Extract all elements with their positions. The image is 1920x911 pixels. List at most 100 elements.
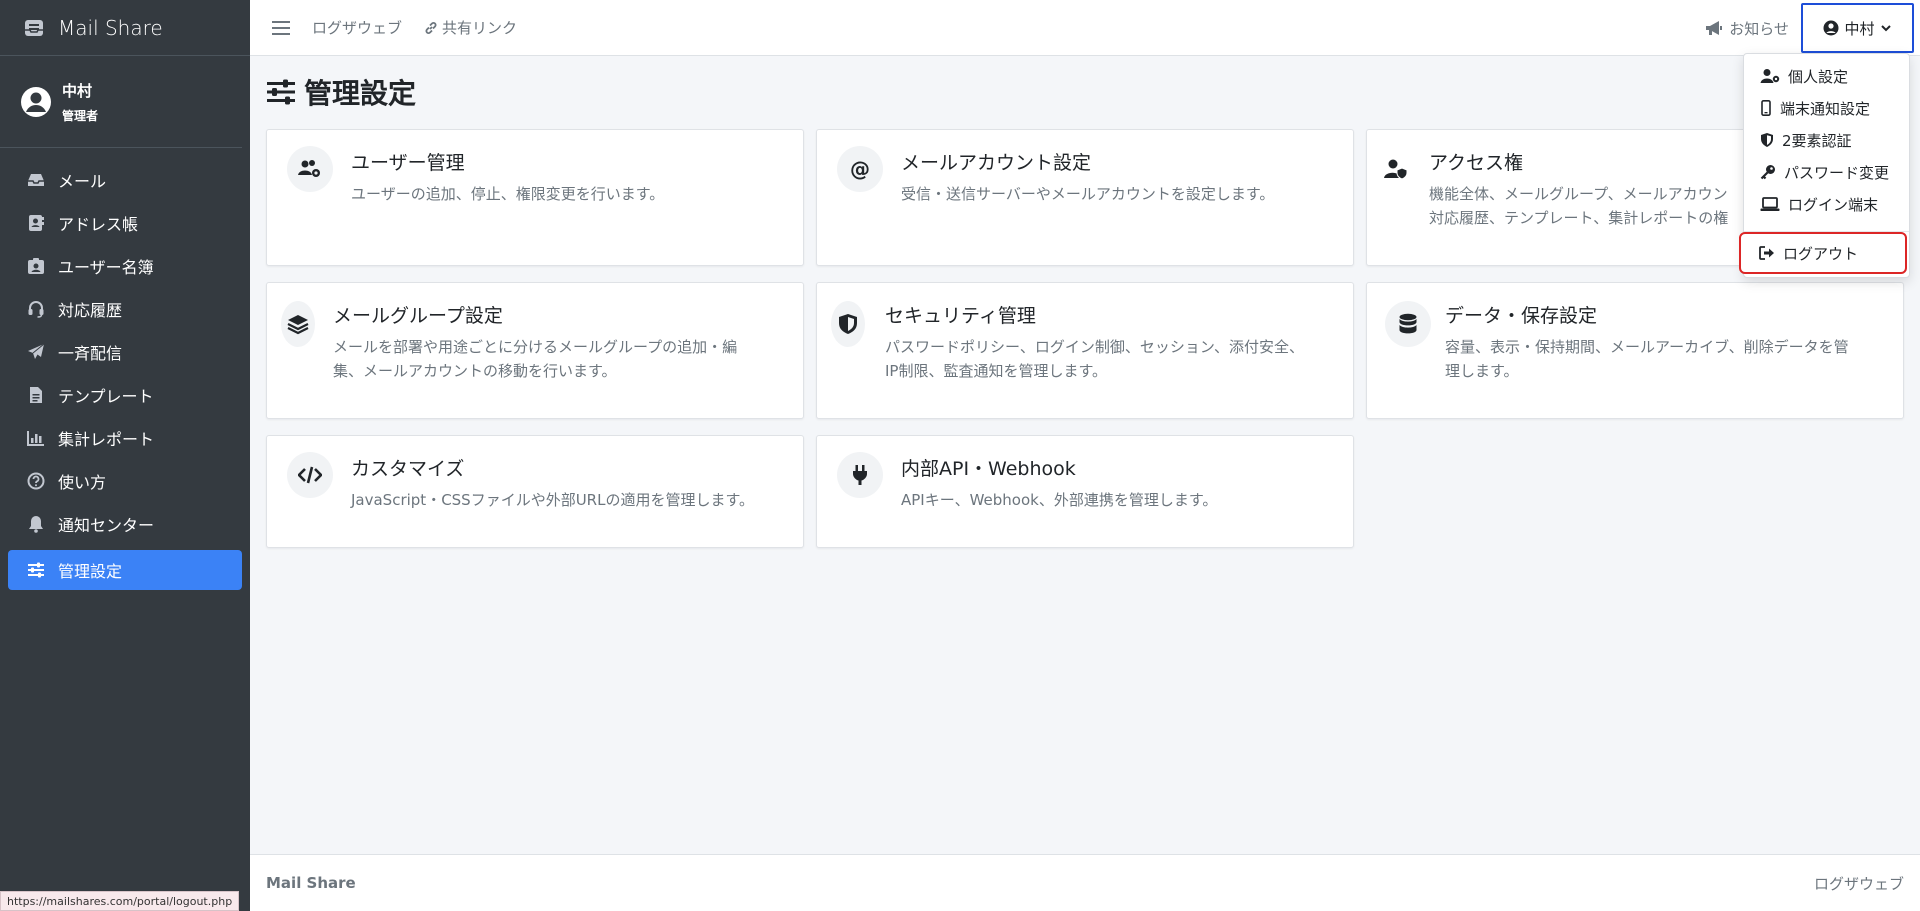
top-link-label: ログザウェブ [312,19,403,37]
card-title: データ・保存設定 [1445,305,1598,327]
megaphone-icon [1706,21,1723,35]
footer: Mail Share ログザウェブ [250,854,1920,911]
top-link-label: 共有リンク [442,19,518,37]
card-data-storage-settings[interactable]: データ・保存設定 容量、表示・保持期間、メールアーカイブ、削除データを管 理しま… [1366,282,1904,419]
card-description: メールを部署や用途ごとに分けるメールグループの追加・編 集、メールアカウントの移… [333,338,738,380]
menu-item-device-notifications[interactable]: 端末通知設定 [1744,94,1909,122]
card-description: APIキー、Webhook、外部連携を管理します。 [901,491,1218,509]
sidebar-item-label: 通知センター [58,516,155,535]
page-title-text: 管理設定 [304,77,417,110]
card-internal-api-webhook[interactable]: 内部API・Webhook APIキー、Webhook、外部連携を管理します。 [816,435,1354,548]
file-icon [26,385,46,405]
sidebar-item-label: 管理設定 [58,562,123,581]
menu-item-label: 2要素認証 [1782,131,1852,150]
topbar: ログザウェブ 共有リンク お知らせ 中村 [250,0,1920,56]
card-description: ユーザーの追加、停止、権限変更を行います。 [351,185,665,203]
notice-label: お知らせ [1729,19,1789,38]
menu-item-login-devices[interactable]: ログイン端末 [1744,190,1909,218]
brand-name: Mail Share [58,15,163,40]
shield-icon [831,301,865,347]
user-name: 中村 [62,81,93,100]
page-title: 管理設定 [266,72,416,112]
user-dropdown-menu: 個人設定 端末通知設定 2要素認証 パスワード変更 ログイン端末 ログアウト [1739,53,1910,278]
notice-link[interactable]: お知らせ [1705,18,1789,39]
card-title: カスタマイズ [351,458,465,480]
link-icon [425,21,437,34]
card-title: 内部API・Webhook [901,458,1076,480]
sliders-icon [26,560,46,580]
card-mail-group-settings[interactable]: メールグループ設定 メールを部署や用途ごとに分けるメールグループの追加・編 集、… [266,282,804,419]
main-content: 管理設定 ユーザー管理 ユーザーの追加、停止、権限変更を行います。 @ メールア… [250,56,1920,854]
card-description: 受信・送信サーバーやメールアカウントを設定します。 [901,185,1275,203]
menu-toggle-icon[interactable] [272,20,290,35]
user-panel: 中村 管理者 [0,56,242,148]
card-description: パスワードポリシー、ログイン制御、セッション、添付安全、 IP制限、監査通知を管… [885,338,1304,380]
user-menu-button[interactable]: 中村 [1801,3,1914,53]
sidebar-item-label: 対応履歴 [58,301,123,320]
card-title: セキュリティ管理 [885,305,1036,327]
sidebar-item-history[interactable]: 対応履歴 [8,289,242,329]
menu-item-label: ログアウト [1783,244,1859,263]
card-user-management[interactable]: ユーザー管理 ユーザーの追加、停止、権限変更を行います。 [266,129,804,266]
bell-icon [26,514,46,534]
sidebar-item-reports[interactable]: 集計レポート [8,418,242,458]
menu-item-label: ログイン端末 [1788,195,1879,214]
brand[interactable]: Mail Share [0,0,250,56]
top-link-shared-links[interactable]: 共有リンク [424,17,517,38]
sidebar-item-label: メール [58,172,107,191]
sidebar-item-label: 一斉配信 [58,344,123,363]
sidebar-item-templates[interactable]: テンプレート [8,375,242,415]
menu-item-personal-settings[interactable]: 個人設定 [1744,62,1909,90]
card-title: ユーザー管理 [351,152,465,174]
paper-plane-icon [26,342,46,362]
laptop-icon [1760,197,1780,211]
user-role: 管理者 [62,108,99,123]
user-shield-icon [1373,146,1419,192]
card-title: メールグループ設定 [333,305,503,327]
menu-item-logout[interactable]: ログアウト [1739,232,1907,274]
key-icon [1760,165,1775,180]
user-circle-icon [1823,20,1839,36]
sidebar-item-label: アドレス帳 [58,215,139,234]
sidebar-item-notifications[interactable]: 通知センター [8,504,242,544]
user-menu-label: 中村 [1844,19,1875,38]
card-title: アクセス権 [1429,152,1524,174]
sidebar-item-broadcast[interactable]: 一斉配信 [8,332,242,372]
sliders-icon [267,79,295,105]
menu-item-label: 個人設定 [1788,67,1849,86]
mail-box-icon [25,19,43,36]
sidebar-item-admin-settings[interactable]: 管理設定 [8,550,242,590]
menu-item-label: パスワード変更 [1784,163,1890,182]
database-icon [1385,301,1431,347]
at-sign-icon: @ [837,146,883,192]
layers-icon [281,301,315,347]
sidebar: Mail Share 中村 管理者 メール アドレス帳 ユーザー名簿 対応履歴 … [0,0,250,911]
top-link-logtheweb[interactable]: ログザウェブ [312,17,402,38]
menu-item-change-password[interactable]: パスワード変更 [1744,158,1909,186]
shield-half-icon [1761,133,1773,147]
footer-link[interactable]: ログザウェブ [1814,873,1904,894]
footer-brand: Mail Share [266,874,356,892]
chevron-down-icon [1880,25,1891,32]
card-customize[interactable]: カスタマイズ JavaScript・CSSファイルや外部URLの適用を管理します… [266,435,804,548]
sidebar-item-label: ユーザー名簿 [58,258,154,277]
address-book-icon [26,213,46,233]
card-mail-account-settings[interactable]: @ メールアカウント設定 受信・送信サーバーやメールアカウントを設定します。 [816,129,1354,266]
sidebar-item-help[interactable]: 使い方 [8,461,242,501]
mobile-icon [1761,100,1771,116]
status-bar-url: https://mailshares.com/portal/logout.php [0,891,240,911]
question-circle-icon [26,471,46,491]
sidebar-item-address-book[interactable]: アドレス帳 [8,203,242,243]
sign-out-icon [1759,246,1774,260]
card-title: メールアカウント設定 [901,152,1092,174]
card-description: JavaScript・CSSファイルや外部URLの適用を管理します。 [351,491,754,509]
sidebar-item-user-roster[interactable]: ユーザー名簿 [8,246,242,286]
bar-chart-icon [26,428,46,448]
id-badge-icon [26,256,46,276]
card-security-management[interactable]: セキュリティ管理 パスワードポリシー、ログイン制御、セッション、添付安全、 IP… [816,282,1354,419]
card-description: 容量、表示・保持期間、メールアーカイブ、削除データを管 理します。 [1445,338,1849,380]
headset-icon [26,299,46,319]
menu-item-two-factor[interactable]: 2要素認証 [1744,126,1909,154]
code-icon [287,452,333,498]
sidebar-item-mail[interactable]: メール [8,160,242,200]
